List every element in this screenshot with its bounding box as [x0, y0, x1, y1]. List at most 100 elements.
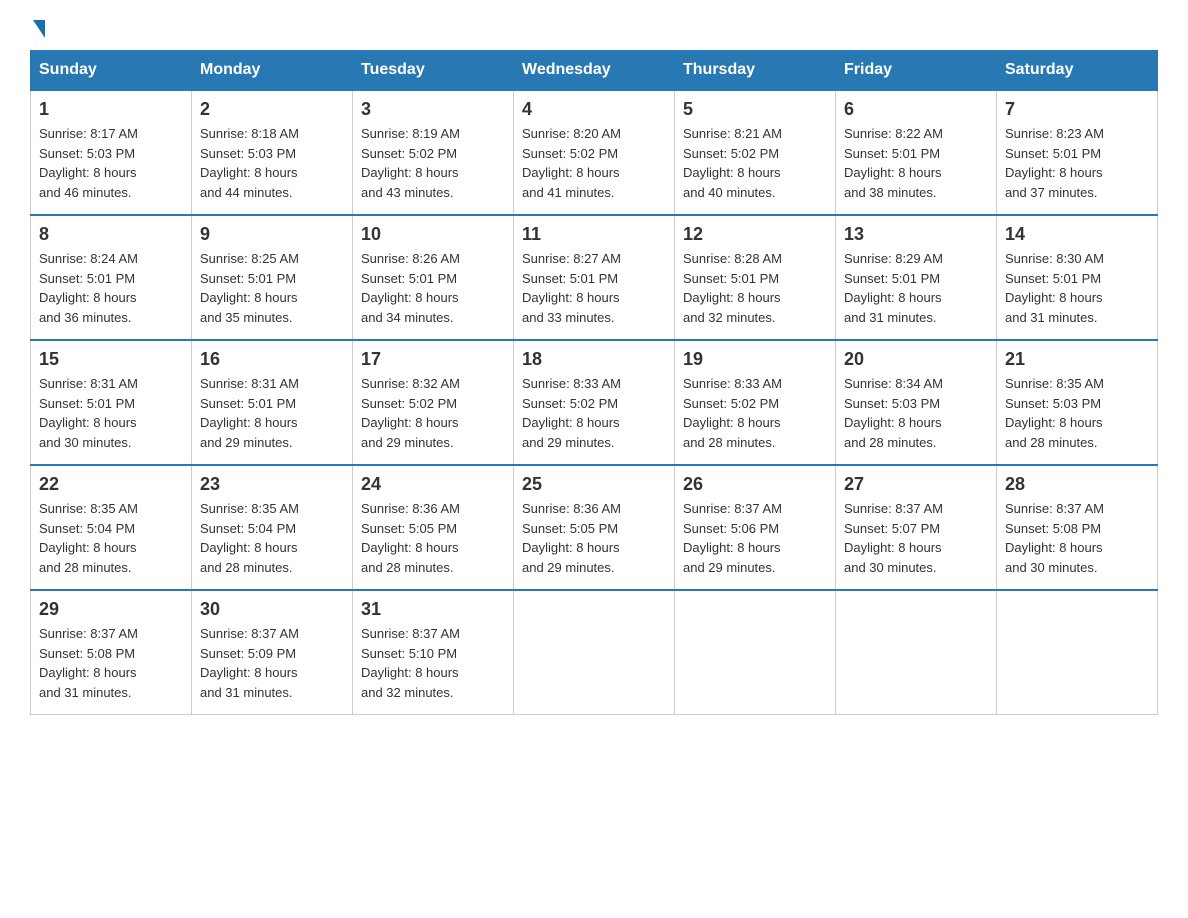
day-number: 12	[683, 224, 827, 245]
day-info: Sunrise: 8:32 AMSunset: 5:02 PMDaylight:…	[361, 374, 505, 452]
day-number: 27	[844, 474, 988, 495]
day-cell-13: 13 Sunrise: 8:29 AMSunset: 5:01 PMDayligh…	[836, 215, 997, 340]
day-cell-7: 7Sunrise: 8:23 AMSunset: 5:01 PMDaylight…	[997, 90, 1158, 215]
calendar-table: SundayMondayTuesdayWednesdayThursdayFrid…	[30, 50, 1158, 715]
week-row-2: 8 Sunrise: 8:24 AMSunset: 5:01 PMDaylight…	[31, 215, 1158, 340]
day-cell-20: 20 Sunrise: 8:34 AMSunset: 5:03 PMDayligh…	[836, 340, 997, 465]
day-cell-6: 6Sunrise: 8:22 AMSunset: 5:01 PMDaylight…	[836, 90, 997, 215]
header-day-tuesday: Tuesday	[353, 51, 514, 91]
day-number: 23	[200, 474, 344, 495]
day-cell-2: 2 Sunrise: 8:18 AMSunset: 5:03 PMDaylight…	[192, 90, 353, 215]
empty-cell	[836, 590, 997, 715]
day-info: Sunrise: 8:23 AMSunset: 5:01 PMDaylight:…	[1005, 124, 1149, 202]
day-cell-12: 12 Sunrise: 8:28 AMSunset: 5:01 PMDayligh…	[675, 215, 836, 340]
day-cell-26: 26 Sunrise: 8:37 AMSunset: 5:06 PMDayligh…	[675, 465, 836, 590]
logo-triangle-icon	[33, 20, 45, 38]
week-row-5: 29Sunrise: 8:37 AMSunset: 5:08 PMDayligh…	[31, 590, 1158, 715]
day-number: 21	[1005, 349, 1149, 370]
day-info: Sunrise: 8:28 AMSunset: 5:01 PMDaylight:…	[683, 249, 827, 327]
week-row-4: 22 Sunrise: 8:35 AMSunset: 5:04 PMDayligh…	[31, 465, 1158, 590]
day-cell-18: 18 Sunrise: 8:33 AMSunset: 5:02 PMDayligh…	[514, 340, 675, 465]
day-cell-1: 1 Sunrise: 8:17 AMSunset: 5:03 PMDaylight…	[31, 90, 192, 215]
day-number: 15	[39, 349, 183, 370]
day-info: Sunrise: 8:18 AMSunset: 5:03 PMDaylight:…	[200, 124, 344, 202]
day-cell-19: 19 Sunrise: 8:33 AMSunset: 5:02 PMDayligh…	[675, 340, 836, 465]
day-number: 20	[844, 349, 988, 370]
day-info: Sunrise: 8:36 AMSunset: 5:05 PMDaylight:…	[522, 499, 666, 577]
day-cell-17: 17 Sunrise: 8:32 AMSunset: 5:02 PMDayligh…	[353, 340, 514, 465]
calendar-header: SundayMondayTuesdayWednesdayThursdayFrid…	[31, 51, 1158, 91]
day-info: Sunrise: 8:22 AMSunset: 5:01 PMDaylight:…	[844, 124, 988, 202]
day-number: 1	[39, 99, 183, 120]
week-row-3: 15 Sunrise: 8:31 AMSunset: 5:01 PMDayligh…	[31, 340, 1158, 465]
day-cell-30: 30 Sunrise: 8:37 AMSunset: 5:09 PMDayligh…	[192, 590, 353, 715]
day-info: Sunrise: 8:30 AMSunset: 5:01 PMDaylight:…	[1005, 249, 1149, 327]
header-day-monday: Monday	[192, 51, 353, 91]
day-info: Sunrise: 8:35 AMSunset: 5:03 PMDaylight:…	[1005, 374, 1149, 452]
day-cell-31: 31 Sunrise: 8:37 AMSunset: 5:10 PMDayligh…	[353, 590, 514, 715]
day-cell-14: 14 Sunrise: 8:30 AMSunset: 5:01 PMDayligh…	[997, 215, 1158, 340]
day-number: 8	[39, 224, 183, 245]
day-info: Sunrise: 8:35 AMSunset: 5:04 PMDaylight:…	[39, 499, 183, 577]
day-cell-23: 23 Sunrise: 8:35 AMSunset: 5:04 PMDayligh…	[192, 465, 353, 590]
day-number: 18	[522, 349, 666, 370]
day-number: 31	[361, 599, 505, 620]
day-cell-9: 9Sunrise: 8:25 AMSunset: 5:01 PMDaylight…	[192, 215, 353, 340]
day-cell-15: 15 Sunrise: 8:31 AMSunset: 5:01 PMDayligh…	[31, 340, 192, 465]
day-cell-8: 8 Sunrise: 8:24 AMSunset: 5:01 PMDaylight…	[31, 215, 192, 340]
day-number: 3	[361, 99, 505, 120]
day-info: Sunrise: 8:35 AMSunset: 5:04 PMDaylight:…	[200, 499, 344, 577]
day-info: Sunrise: 8:24 AMSunset: 5:01 PMDaylight:…	[39, 249, 183, 327]
day-info: Sunrise: 8:37 AMSunset: 5:10 PMDaylight:…	[361, 624, 505, 702]
day-info: Sunrise: 8:26 AMSunset: 5:01 PMDaylight:…	[361, 249, 505, 327]
day-cell-3: 3 Sunrise: 8:19 AMSunset: 5:02 PMDaylight…	[353, 90, 514, 215]
day-info: Sunrise: 8:17 AMSunset: 5:03 PMDaylight:…	[39, 124, 183, 202]
day-cell-22: 22 Sunrise: 8:35 AMSunset: 5:04 PMDayligh…	[31, 465, 192, 590]
day-number: 19	[683, 349, 827, 370]
day-number: 30	[200, 599, 344, 620]
day-number: 24	[361, 474, 505, 495]
day-cell-11: 11 Sunrise: 8:27 AMSunset: 5:01 PMDayligh…	[514, 215, 675, 340]
day-number: 14	[1005, 224, 1149, 245]
day-info: Sunrise: 8:21 AMSunset: 5:02 PMDaylight:…	[683, 124, 827, 202]
day-info: Sunrise: 8:31 AMSunset: 5:01 PMDaylight:…	[39, 374, 183, 452]
day-number: 25	[522, 474, 666, 495]
day-cell-16: 16 Sunrise: 8:31 AMSunset: 5:01 PMDayligh…	[192, 340, 353, 465]
empty-cell	[514, 590, 675, 715]
day-info: Sunrise: 8:37 AMSunset: 5:09 PMDaylight:…	[200, 624, 344, 702]
header-day-saturday: Saturday	[997, 51, 1158, 91]
header-day-sunday: Sunday	[31, 51, 192, 91]
day-number: 28	[1005, 474, 1149, 495]
day-info: Sunrise: 8:27 AMSunset: 5:01 PMDaylight:…	[522, 249, 666, 327]
day-number: 22	[39, 474, 183, 495]
day-info: Sunrise: 8:19 AMSunset: 5:02 PMDaylight:…	[361, 124, 505, 202]
day-number: 16	[200, 349, 344, 370]
header-day-wednesday: Wednesday	[514, 51, 675, 91]
page-header	[30, 20, 1158, 40]
day-info: Sunrise: 8:37 AMSunset: 5:08 PMDaylight:…	[39, 624, 183, 702]
empty-cell	[675, 590, 836, 715]
day-info: Sunrise: 8:33 AMSunset: 5:02 PMDaylight:…	[683, 374, 827, 452]
day-number: 10	[361, 224, 505, 245]
day-cell-24: 24Sunrise: 8:36 AMSunset: 5:05 PMDayligh…	[353, 465, 514, 590]
day-info: Sunrise: 8:33 AMSunset: 5:02 PMDaylight:…	[522, 374, 666, 452]
day-info: Sunrise: 8:25 AMSunset: 5:01 PMDaylight:…	[200, 249, 344, 327]
day-info: Sunrise: 8:37 AMSunset: 5:08 PMDaylight:…	[1005, 499, 1149, 577]
header-day-thursday: Thursday	[675, 51, 836, 91]
day-number: 26	[683, 474, 827, 495]
day-number: 2	[200, 99, 344, 120]
day-number: 13	[844, 224, 988, 245]
day-info: Sunrise: 8:37 AMSunset: 5:06 PMDaylight:…	[683, 499, 827, 577]
logo	[30, 20, 45, 40]
day-number: 17	[361, 349, 505, 370]
day-cell-5: 5Sunrise: 8:21 AMSunset: 5:02 PMDaylight…	[675, 90, 836, 215]
day-info: Sunrise: 8:29 AMSunset: 5:01 PMDaylight:…	[844, 249, 988, 327]
week-row-1: 1 Sunrise: 8:17 AMSunset: 5:03 PMDaylight…	[31, 90, 1158, 215]
day-info: Sunrise: 8:34 AMSunset: 5:03 PMDaylight:…	[844, 374, 988, 452]
day-info: Sunrise: 8:20 AMSunset: 5:02 PMDaylight:…	[522, 124, 666, 202]
day-info: Sunrise: 8:31 AMSunset: 5:01 PMDaylight:…	[200, 374, 344, 452]
day-cell-28: 28 Sunrise: 8:37 AMSunset: 5:08 PMDayligh…	[997, 465, 1158, 590]
day-cell-29: 29Sunrise: 8:37 AMSunset: 5:08 PMDayligh…	[31, 590, 192, 715]
day-cell-27: 27Sunrise: 8:37 AMSunset: 5:07 PMDayligh…	[836, 465, 997, 590]
day-number: 11	[522, 224, 666, 245]
